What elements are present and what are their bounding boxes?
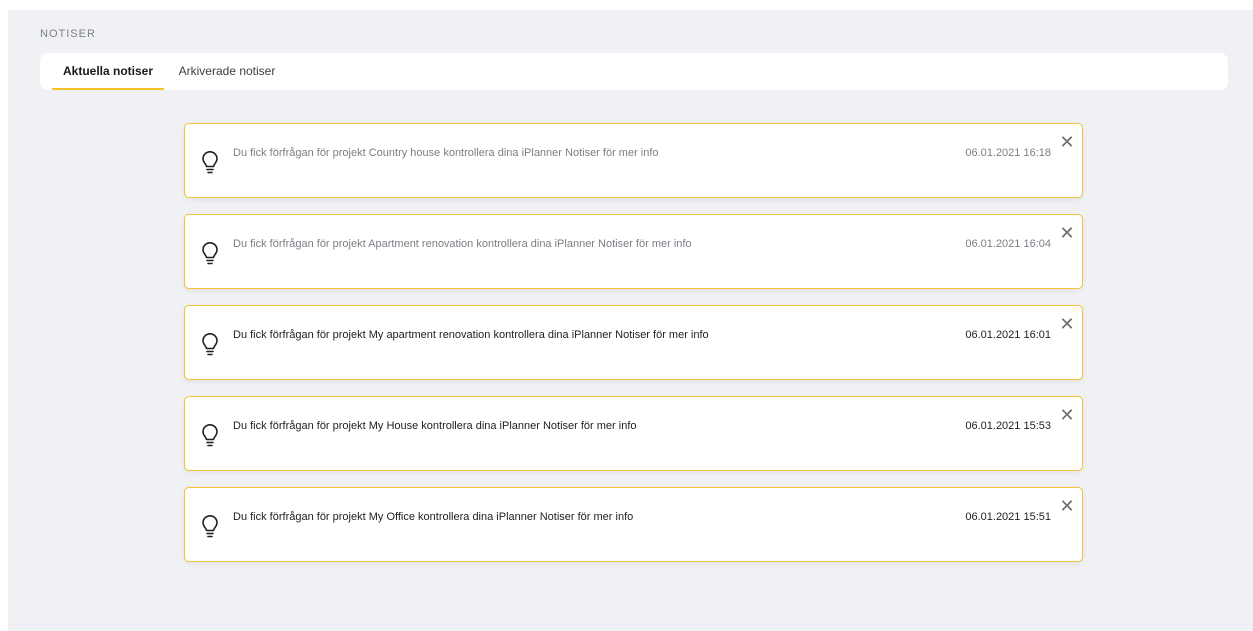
close-icon[interactable]: ✕ xyxy=(1057,132,1077,152)
notification-card[interactable]: Du fick förfrågan för projekt Country ho… xyxy=(184,123,1083,198)
notification-timestamp: 06.01.2021 15:51 xyxy=(965,511,1051,523)
notification-card[interactable]: Du fick förfrågan för projekt My apartme… xyxy=(184,305,1083,380)
tab-bar: Aktuella notiser Arkiverade notiser xyxy=(40,53,1228,90)
notification-card[interactable]: Du fick förfrågan för projekt My House k… xyxy=(184,396,1083,471)
active-tab-indicator xyxy=(52,88,164,90)
notification-message: Du fick förfrågan för projekt Country ho… xyxy=(233,147,659,159)
lightbulb-icon xyxy=(201,242,219,266)
notification-card[interactable]: Du fick förfrågan för projekt My Office … xyxy=(184,487,1083,562)
notification-message: Du fick förfrågan för projekt My apartme… xyxy=(233,329,709,341)
notification-timestamp: 06.01.2021 15:53 xyxy=(965,420,1051,432)
close-icon[interactable]: ✕ xyxy=(1057,405,1077,425)
lightbulb-icon xyxy=(201,151,219,175)
notification-message: Du fick förfrågan för projekt My House k… xyxy=(233,420,637,432)
close-icon[interactable]: ✕ xyxy=(1057,496,1077,516)
lightbulb-icon xyxy=(201,515,219,539)
close-icon[interactable]: ✕ xyxy=(1057,223,1077,243)
notification-card[interactable]: Du fick förfrågan för projekt Apartment … xyxy=(184,214,1083,289)
notification-message: Du fick förfrågan för projekt Apartment … xyxy=(233,238,692,250)
notifications-panel: NOTISER Aktuella notiser Arkiverade noti… xyxy=(8,10,1253,631)
lightbulb-icon xyxy=(201,333,219,357)
notification-message: Du fick förfrågan för projekt My Office … xyxy=(233,511,634,523)
close-icon[interactable]: ✕ xyxy=(1057,314,1077,334)
notification-list: Du fick förfrågan för projekt Country ho… xyxy=(184,123,1083,578)
notification-timestamp: 06.01.2021 16:18 xyxy=(965,147,1051,159)
notification-timestamp: 06.01.2021 16:04 xyxy=(965,238,1051,250)
lightbulb-icon xyxy=(201,424,219,448)
tab-current-notifications[interactable]: Aktuella notiser xyxy=(52,53,164,90)
section-title: NOTISER xyxy=(40,28,96,40)
notification-timestamp: 06.01.2021 16:01 xyxy=(965,329,1051,341)
tab-archived-notifications[interactable]: Arkiverade notiser xyxy=(174,53,280,90)
